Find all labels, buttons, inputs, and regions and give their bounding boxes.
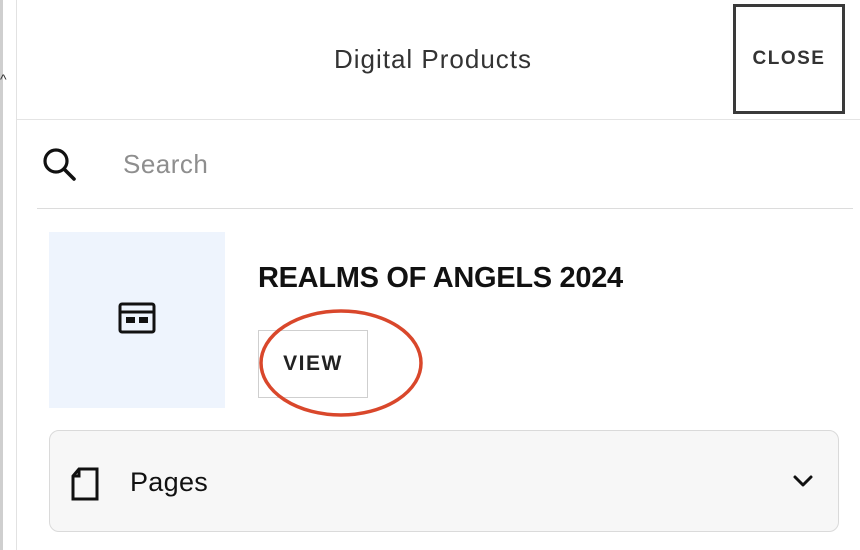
product-name: REALMS OF ANGELS 2024 [258,262,623,294]
page-icon [70,467,100,501]
product-item: REALMS OF ANGELS 2024 VIEW [49,232,849,417]
pages-accordion[interactable]: Pages [49,430,839,532]
layout-template-icon [118,302,156,339]
digital-products-page: ^ Digital Products CLOSE Search REALMS O… [0,0,860,550]
chevron-down-icon[interactable] [792,473,814,489]
panel-title: Digital Products [333,44,533,74]
view-button[interactable]: VIEW [258,330,368,398]
close-button[interactable]: CLOSE [733,4,845,114]
panel-header: Digital Products CLOSE [17,0,860,120]
pages-label: Pages [130,467,209,497]
digital-products-panel: Digital Products CLOSE Search REALMS OF … [16,0,860,550]
search-input[interactable] [121,147,725,181]
search-bar [37,120,853,209]
product-thumbnail[interactable] [49,232,225,408]
search-icon[interactable] [39,144,79,184]
